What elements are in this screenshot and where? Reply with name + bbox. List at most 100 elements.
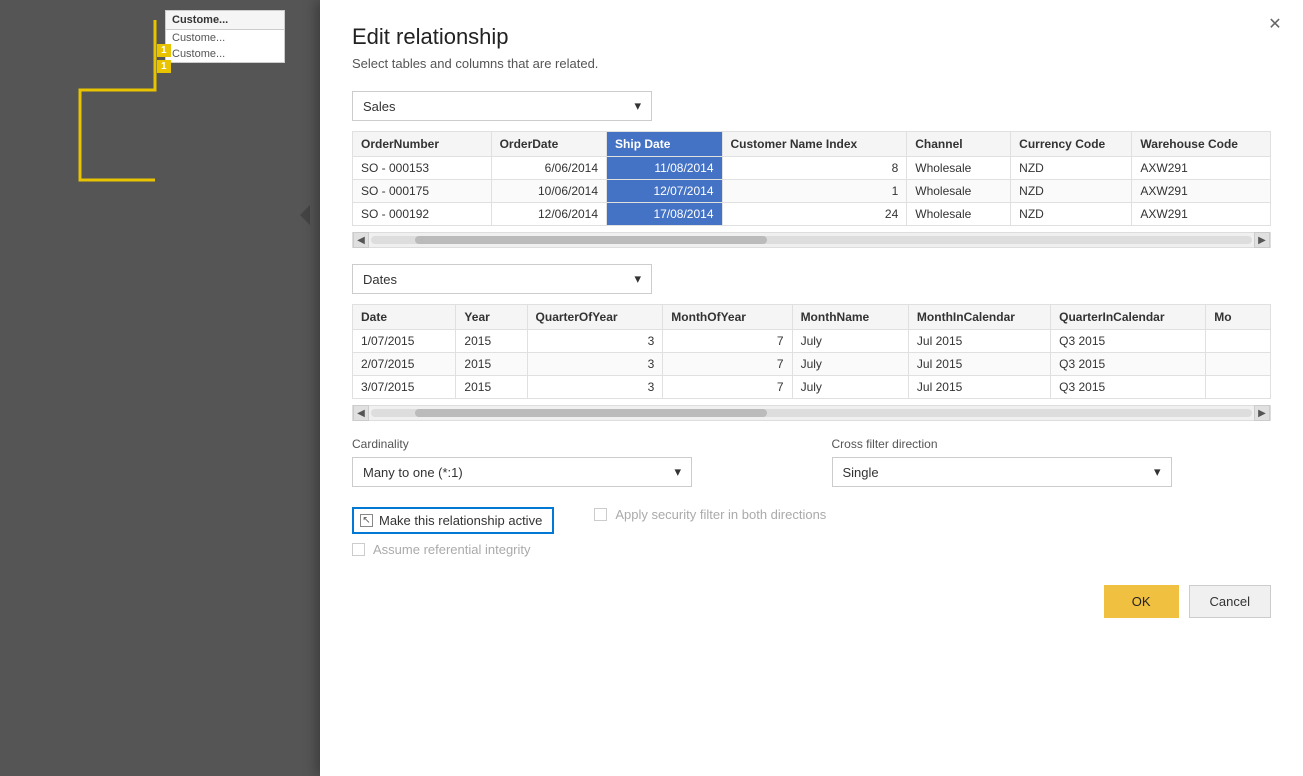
- cell-month-name: July: [792, 353, 908, 376]
- cell-ship-date: 11/08/2014: [607, 157, 722, 180]
- table-row: 2/07/2015 2015 3 7 July Jul 2015 Q3 2015: [353, 353, 1271, 376]
- table-row: SO - 000153 6/06/2014 11/08/2014 8 Whole…: [353, 157, 1271, 180]
- table2-scroll-area: Date Year QuarterOfYear MonthOfYear Mont…: [352, 304, 1271, 421]
- cell-year: 2015: [456, 330, 527, 353]
- cursor-icon: ↖: [362, 515, 370, 526]
- scroll-track-2[interactable]: [371, 409, 1252, 417]
- cross-filter-value: Single: [843, 465, 879, 480]
- cell-currency-code: NZD: [1011, 203, 1132, 226]
- cell-customer-name-index: 24: [722, 203, 907, 226]
- table2-dropdown-value: Dates: [363, 272, 397, 287]
- col-month-of-year: MonthOfYear: [663, 305, 792, 330]
- cell-warehouse-code: AXW291: [1132, 157, 1271, 180]
- ok-button[interactable]: OK: [1104, 585, 1179, 618]
- cell-order-number: SO - 000153: [353, 157, 492, 180]
- cross-filter-dropdown[interactable]: Single ▾: [832, 457, 1172, 487]
- edit-relationship-modal: ✕ Edit relationship Select tables and co…: [320, 0, 1303, 776]
- cell-month-of-year: 7: [663, 353, 792, 376]
- table2-dropdown[interactable]: Dates ▾: [352, 264, 652, 294]
- cell-mo: [1206, 353, 1271, 376]
- col-currency-code: Currency Code: [1011, 132, 1132, 157]
- cell-customer-name-index: 1: [722, 180, 907, 203]
- col-order-number: OrderNumber: [353, 132, 492, 157]
- table2: Date Year QuarterOfYear MonthOfYear Mont…: [352, 304, 1271, 399]
- cardinality-group: Cardinality Many to one (*:1) ▾: [352, 437, 792, 487]
- table1-scrollbar[interactable]: ◀ ▶: [352, 232, 1271, 248]
- table2-dropdown-arrow: ▾: [634, 271, 641, 287]
- checkboxes-section: ↖ Make this relationship active Assume r…: [352, 507, 1271, 565]
- table-row: 3/07/2015 2015 3 7 July Jul 2015 Q3 2015: [353, 376, 1271, 399]
- cancel-button[interactable]: Cancel: [1189, 585, 1271, 618]
- cell-order-number: SO - 000175: [353, 180, 492, 203]
- col-month-name: MonthName: [792, 305, 908, 330]
- cell-order-date: 10/06/2014: [491, 180, 606, 203]
- security-checkbox-row: Apply security filter in both directions: [594, 507, 826, 522]
- badge-1-top: 1: [157, 44, 171, 57]
- cardinality-label: Cardinality: [352, 437, 792, 451]
- active-checkbox-label: Make this relationship active: [379, 513, 542, 528]
- table1-dropdown-arrow: ▾: [634, 98, 641, 114]
- cell-year: 2015: [456, 376, 527, 399]
- cell-month-in-calendar: Jul 2015: [908, 376, 1050, 399]
- cell-channel: Wholesale: [907, 157, 1011, 180]
- col-order-date: OrderDate: [491, 132, 606, 157]
- cell-quarter-of-year: 3: [527, 330, 663, 353]
- scroll-left-arrow[interactable]: ◀: [353, 232, 369, 248]
- cell-month-name: July: [792, 330, 908, 353]
- left-checkboxes: ↖ Make this relationship active Assume r…: [352, 507, 554, 565]
- cell-channel: Wholesale: [907, 180, 1011, 203]
- scroll-right-arrow[interactable]: ▶: [1254, 232, 1270, 248]
- close-icon: ✕: [1268, 14, 1281, 34]
- cross-filter-group: Cross filter direction Single ▾: [832, 437, 1272, 487]
- cell-ship-date: 12/07/2014: [607, 180, 722, 203]
- integrity-checkbox-row: Assume referential integrity: [352, 542, 554, 557]
- cell-year: 2015: [456, 353, 527, 376]
- modal-subtitle: Select tables and columns that are relat…: [352, 56, 1271, 71]
- scroll-left-arrow-2[interactable]: ◀: [353, 405, 369, 421]
- close-button[interactable]: ✕: [1263, 12, 1287, 36]
- cell-month-in-calendar: Jul 2015: [908, 353, 1050, 376]
- cell-quarter-in-calendar: Q3 2015: [1051, 353, 1206, 376]
- cell-order-date: 6/06/2014: [491, 157, 606, 180]
- badge-1-bottom: 1: [157, 60, 171, 73]
- active-checkbox-row: ↖ Make this relationship active: [352, 507, 554, 534]
- cross-filter-label: Cross filter direction: [832, 437, 1272, 451]
- cell-warehouse-code: AXW291: [1132, 203, 1271, 226]
- scroll-right-arrow-2[interactable]: ▶: [1254, 405, 1270, 421]
- integrity-checkbox: [352, 543, 365, 556]
- cell-mo: [1206, 330, 1271, 353]
- col-date: Date: [353, 305, 456, 330]
- table2-dropdown-container: Dates ▾: [352, 264, 1271, 294]
- cell-month-in-calendar: Jul 2015: [908, 330, 1050, 353]
- cardinality-dropdown[interactable]: Many to one (*:1) ▾: [352, 457, 692, 487]
- canvas-table-row-2: Custome...: [166, 46, 284, 62]
- cell-mo: [1206, 376, 1271, 399]
- table1-dropdown-container: Sales ▾: [352, 91, 1271, 121]
- cell-currency-code: NZD: [1011, 157, 1132, 180]
- col-ship-date: Ship Date: [607, 132, 722, 157]
- canvas-table-row-1: Custome...: [166, 30, 284, 46]
- security-checkbox: [594, 508, 607, 521]
- col-warehouse-code: Warehouse Code: [1132, 132, 1271, 157]
- cell-month-of-year: 7: [663, 376, 792, 399]
- table2-scrollbar[interactable]: ◀ ▶: [352, 405, 1271, 421]
- cell-date: 1/07/2015: [353, 330, 456, 353]
- table1-dropdown[interactable]: Sales ▾: [352, 91, 652, 121]
- right-checkboxes: Apply security filter in both directions: [594, 507, 826, 530]
- cell-date: 3/07/2015: [353, 376, 456, 399]
- table1: OrderNumber OrderDate Ship Date Customer…: [352, 131, 1271, 226]
- col-channel: Channel: [907, 132, 1011, 157]
- cell-month-of-year: 7: [663, 330, 792, 353]
- cell-ship-date: 17/08/2014: [607, 203, 722, 226]
- canvas-table-card-1: Custome... Custome... Custome...: [165, 10, 285, 63]
- scroll-track[interactable]: [371, 236, 1252, 244]
- options-row: Cardinality Many to one (*:1) ▾ Cross fi…: [352, 437, 1271, 487]
- cell-currency-code: NZD: [1011, 180, 1132, 203]
- col-quarter-in-calendar: QuarterInCalendar: [1051, 305, 1206, 330]
- table1-scroll-area: OrderNumber OrderDate Ship Date Customer…: [352, 131, 1271, 248]
- cell-date: 2/07/2015: [353, 353, 456, 376]
- canvas-table-header-1: Custome...: [166, 11, 284, 30]
- active-checkbox-container[interactable]: ↖ Make this relationship active: [352, 507, 554, 534]
- active-checkbox[interactable]: ↖: [360, 514, 373, 527]
- cell-quarter-of-year: 3: [527, 376, 663, 399]
